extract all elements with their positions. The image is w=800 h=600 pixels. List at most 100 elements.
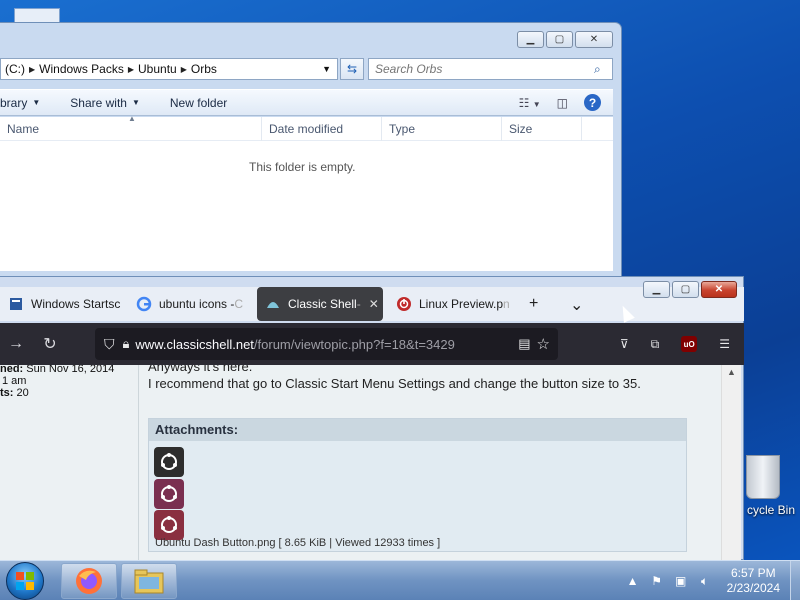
new-folder-button[interactable]: New folder bbox=[170, 96, 241, 110]
shell-favicon-icon bbox=[265, 296, 281, 312]
share-with-menu[interactable]: Share with ▼ bbox=[70, 96, 154, 110]
tab-ubuntu-icons[interactable]: ubuntu icons - C bbox=[128, 287, 253, 321]
column-size[interactable]: Size bbox=[502, 116, 582, 141]
ublock-icon[interactable]: uO bbox=[681, 336, 698, 352]
post-line-1: Anyways it's here. bbox=[148, 365, 253, 374]
explorer-window: ▁ ▢ ✕ (C:) ▶ Windows Packs ▶ Ubuntu ▶ Or… bbox=[0, 22, 622, 280]
ubuntu-icon[interactable] bbox=[154, 447, 184, 477]
favicon-icon bbox=[8, 296, 24, 312]
taskbar: ▲ ⚑ ▣ 🔈︎ 6:57 PM 2/23/2024 bbox=[0, 560, 800, 600]
search-box: ⌕ bbox=[368, 58, 613, 80]
preview-pane-icon[interactable]: ◫ bbox=[557, 96, 568, 110]
ubuntu-icon[interactable] bbox=[154, 479, 184, 509]
posts-label: ts: bbox=[0, 387, 14, 399]
show-hidden-icons-icon[interactable]: ▲ bbox=[625, 574, 641, 588]
show-desktop-button[interactable] bbox=[790, 561, 800, 600]
attachment-caption: Ubuntu Dash Button.png [ 8.65 KiB | View… bbox=[155, 537, 441, 549]
tab-title-fade: C bbox=[234, 297, 244, 311]
breadcrumb-drive[interactable]: (C:) bbox=[1, 62, 29, 76]
pocket-icon[interactable]: ⊽ bbox=[620, 337, 629, 351]
clock-date: 2/23/2024 bbox=[726, 581, 780, 595]
close-tab-icon[interactable]: ✕ bbox=[369, 297, 379, 311]
taskbar-explorer-button[interactable] bbox=[121, 563, 177, 599]
nav-bar: → ↻ ⛉ 🔒︎ www.classicshell.net/forum/view… bbox=[0, 323, 744, 365]
extensions-icon[interactable]: ⧉ bbox=[651, 337, 660, 352]
tab-title: Classic Shell bbox=[288, 297, 357, 311]
action-center-flag-icon[interactable]: ⚑ bbox=[649, 574, 665, 588]
breadcrumb-orbs[interactable]: Orbs bbox=[187, 62, 221, 76]
address-bar[interactable]: (C:) ▶ Windows Packs ▶ Ubuntu ▶ Orbs ▼ bbox=[0, 58, 338, 80]
scroll-up-icon[interactable]: ▲ bbox=[722, 365, 741, 377]
post-body: Anyways it's here. I recommend that go t… bbox=[138, 365, 722, 560]
url-path: /forum/viewtopic.php?f=18&t=3429 bbox=[253, 336, 455, 352]
volume-muted-icon[interactable]: 🔈︎ bbox=[697, 574, 713, 589]
lock-icon[interactable]: 🔒︎ bbox=[123, 336, 130, 352]
column-date-modified[interactable]: Date modified bbox=[262, 116, 382, 141]
chevron-down-icon[interactable]: ⌄ bbox=[570, 295, 583, 315]
menu-icon[interactable]: ☰ bbox=[719, 337, 730, 351]
library-label: brary bbox=[0, 95, 28, 110]
ubuntu-icon[interactable] bbox=[154, 510, 184, 540]
clock[interactable]: 6:57 PM 2/23/2024 bbox=[727, 566, 780, 596]
url-text[interactable]: www.classicshell.net/forum/viewtopic.php… bbox=[135, 337, 454, 352]
recycle-bin-label: cycle Bin bbox=[746, 503, 796, 517]
reload-icon[interactable]: ↻ bbox=[34, 334, 66, 354]
google-icon bbox=[136, 296, 152, 312]
breadcrumb-ubuntu[interactable]: Ubuntu bbox=[134, 62, 181, 76]
explorer-caption-buttons: ▁ ▢ ✕ bbox=[517, 31, 613, 48]
sort-up-icon: ▲ bbox=[128, 114, 136, 123]
close-button[interactable]: ✕ bbox=[701, 281, 737, 298]
chevron-down-icon[interactable]: ▼ bbox=[316, 64, 337, 74]
start-button[interactable] bbox=[6, 562, 44, 600]
tab-title-fade: n bbox=[503, 297, 510, 311]
new-folder-label: New folder bbox=[169, 95, 228, 110]
tab-title: Windows Startsc bbox=[31, 297, 121, 311]
clock-time: 6:57 PM bbox=[730, 566, 776, 580]
view-options-icon[interactable]: ☷ ▼ bbox=[519, 96, 541, 110]
command-bar: brary ▼ Share with ▼ New folder ☷ ▼ ◫ ? bbox=[0, 89, 613, 116]
reader-view-icon[interactable]: ▤ bbox=[518, 336, 530, 352]
joined-time: 1 am bbox=[2, 375, 27, 387]
firefox-icon bbox=[76, 568, 102, 594]
system-tray: ▲ ⚑ ▣ 🔈︎ 6:57 PM 2/23/2024 bbox=[625, 561, 800, 600]
tab-classic-shell[interactable]: Classic Shell - ✕ bbox=[257, 287, 383, 321]
file-list[interactable]: ▲ Name Date modified Type Size This fold… bbox=[0, 114, 613, 271]
breadcrumb-windows-packs[interactable]: Windows Packs bbox=[35, 62, 128, 76]
new-tab-icon[interactable]: + bbox=[529, 295, 538, 313]
refresh-button[interactable]: ⇆ bbox=[340, 58, 364, 80]
network-icon[interactable]: ▣ bbox=[673, 574, 689, 588]
posts-value: 20 bbox=[16, 387, 29, 399]
close-button[interactable]: ✕ bbox=[575, 31, 613, 48]
shield-icon[interactable]: ⛉ bbox=[104, 336, 115, 353]
joined-value: Sun Nov 16, 2014 bbox=[26, 365, 115, 375]
forward-icon[interactable]: → bbox=[0, 335, 32, 353]
help-icon[interactable]: ? bbox=[584, 94, 601, 111]
minimize-button[interactable]: ▁ bbox=[643, 281, 670, 298]
search-input[interactable] bbox=[375, 62, 594, 76]
page-scrollbar[interactable]: ▲ bbox=[721, 365, 741, 560]
tab-linux-preview[interactable]: Linux Preview.p n bbox=[388, 287, 510, 321]
firefox-caption-buttons: ▁ ▢ ✕ bbox=[643, 281, 737, 298]
search-icon[interactable]: ⌕ bbox=[594, 62, 612, 77]
tab-windows-startsc[interactable]: Windows Startsc bbox=[0, 287, 122, 321]
column-type[interactable]: Type bbox=[382, 116, 502, 141]
folder-icon bbox=[134, 569, 164, 594]
attachments-box: Attachments: Ubuntu Dash Button.png [ 8.… bbox=[148, 418, 687, 552]
tab-title: ubuntu icons - bbox=[159, 297, 235, 311]
recycle-bin[interactable]: cycle Bin bbox=[742, 455, 800, 517]
post-author-profile: ned: Sun Nov 16, 2014 1 am ts: 20 bbox=[0, 365, 138, 560]
column-headers: ▲ Name Date modified Type Size bbox=[0, 114, 613, 141]
tab-title-fade: - bbox=[356, 297, 361, 311]
url-bar[interactable]: ⛉ 🔒︎ www.classicshell.net/forum/viewtopi… bbox=[95, 328, 558, 360]
maximize-button[interactable]: ▢ bbox=[672, 281, 699, 298]
library-menu[interactable]: brary ▼ bbox=[0, 96, 54, 110]
joined-label: ned: bbox=[0, 365, 24, 375]
maximize-button[interactable]: ▢ bbox=[546, 31, 573, 48]
windows-logo-icon bbox=[16, 572, 34, 590]
chevron-down-icon: ▼ bbox=[32, 98, 41, 107]
chevron-down-icon: ▼ bbox=[131, 98, 140, 107]
bookmark-star-icon[interactable]: ☆ bbox=[537, 335, 550, 353]
taskbar-firefox-button[interactable] bbox=[61, 563, 117, 599]
url-host: www.classicshell.net bbox=[135, 336, 254, 352]
minimize-button[interactable]: ▁ bbox=[517, 31, 544, 48]
